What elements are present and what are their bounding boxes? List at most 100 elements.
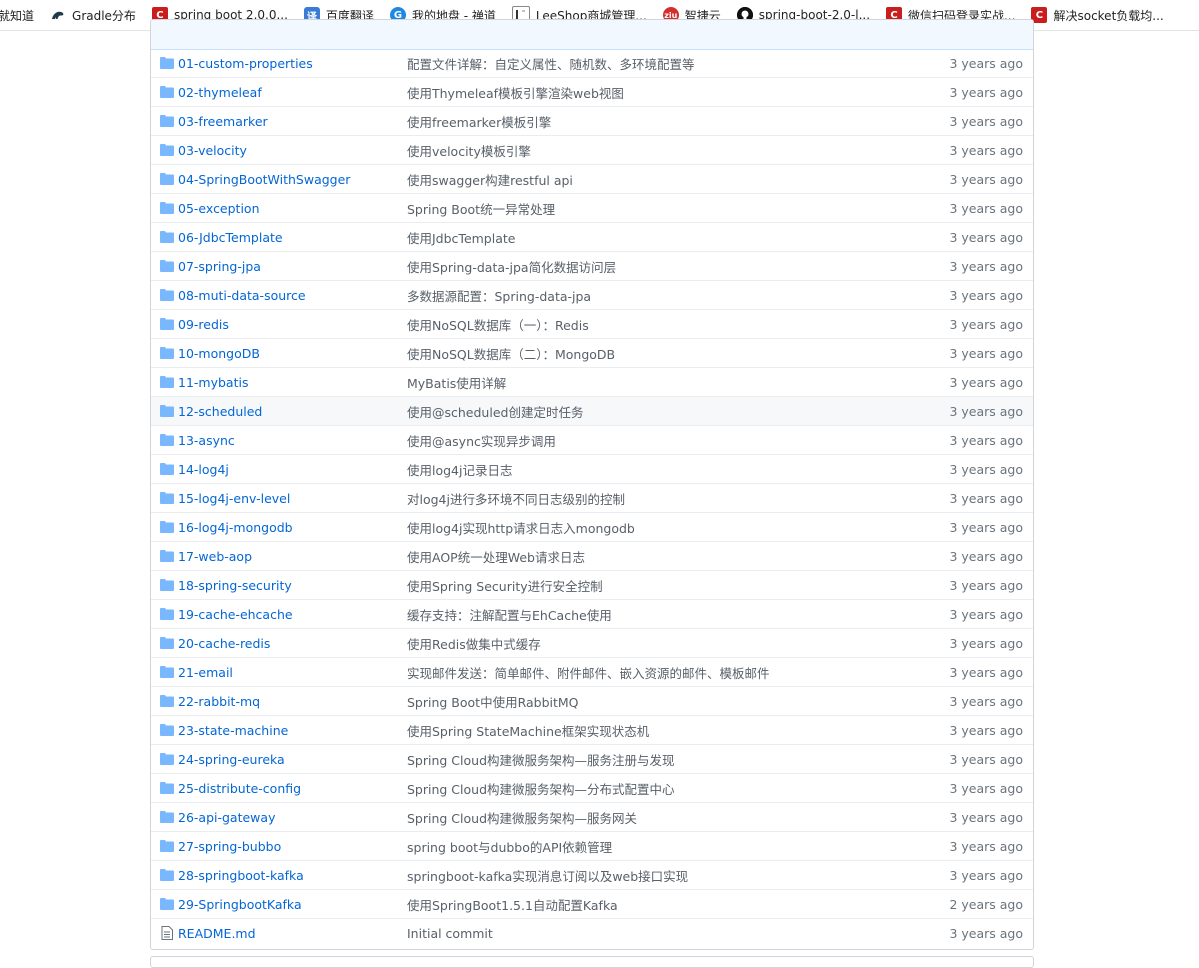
file-row: 06-JdbcTemplate 使用JdbcTemplate 3 years ago bbox=[151, 223, 1033, 252]
commit-message-link[interactable]: 使用log4j记录日志 bbox=[407, 460, 512, 479]
folder-icon bbox=[160, 724, 174, 736]
commit-message-link[interactable]: 缓存支持：注解配置与EhCache使用 bbox=[407, 605, 612, 624]
commit-message-link[interactable]: spring boot与dubbo的API依赖管理 bbox=[407, 837, 612, 856]
commit-message-link[interactable]: 使用Spring Security进行安全控制 bbox=[407, 576, 603, 595]
commit-message-link[interactable]: 使用Redis做集中式缓存 bbox=[407, 634, 541, 653]
folder-icon bbox=[160, 695, 174, 707]
file-name-link[interactable]: 12-scheduled bbox=[178, 404, 262, 419]
commit-message-link[interactable]: Spring Cloud构建微服务架构—服务注册与发现 bbox=[407, 750, 675, 769]
folder-icon bbox=[160, 463, 174, 475]
commit-message-link[interactable]: MyBatis使用详解 bbox=[407, 373, 506, 392]
folder-icon bbox=[160, 86, 174, 98]
file-row: 09-redis 使用NoSQL数据库（一）：Redis 3 years ago bbox=[151, 310, 1033, 339]
folder-icon bbox=[160, 289, 174, 301]
file-name-link[interactable]: 05-exception bbox=[178, 201, 260, 216]
file-row: 16-log4j-mongodb 使用log4j实现http请求日志入mongod… bbox=[151, 513, 1033, 542]
file-name-link[interactable]: 23-state-machine bbox=[178, 723, 288, 738]
file-row: 12-scheduled 使用@scheduled创建定时任务 3 years ag… bbox=[151, 397, 1033, 426]
file-name-link[interactable]: 17-web-aop bbox=[178, 549, 252, 564]
commit-age: 3 years ago bbox=[949, 461, 1023, 477]
commit-message-link[interactable]: 使用JdbcTemplate bbox=[407, 228, 515, 247]
commit-message-link[interactable]: 使用swagger构建restful api bbox=[407, 170, 573, 189]
file-name-link[interactable]: 07-spring-jpa bbox=[178, 259, 261, 274]
folder-icon bbox=[160, 840, 174, 852]
file-name-link[interactable]: 26-api-gateway bbox=[178, 810, 275, 825]
file-row: 02-thymeleaf 使用Thymeleaf模板引擎渲染web视图 3 year… bbox=[151, 78, 1033, 107]
commit-message-link[interactable]: 配置文件详解：自定义属性、随机数、多环境配置等 bbox=[407, 54, 695, 73]
file-name-link[interactable]: 20-cache-redis bbox=[178, 636, 270, 651]
file-list: 01-custom-properties 配置文件详解：自定义属性、随机数、多环境… bbox=[151, 49, 1033, 947]
commit-message-link[interactable]: Spring Cloud构建微服务架构—分布式配置中心 bbox=[407, 779, 675, 798]
file-name-link[interactable]: 18-spring-security bbox=[178, 578, 292, 593]
commit-message-link[interactable]: 使用Thymeleaf模板引擎渲染web视图 bbox=[407, 83, 624, 102]
file-row: README.md Initial commit 3 years ago bbox=[151, 919, 1033, 947]
bookmark-item[interactable]: 就知道 bbox=[0, 0, 34, 30]
commit-message-link[interactable]: 实现邮件发送：简单邮件、附件邮件、嵌入资源的邮件、模板邮件 bbox=[407, 663, 770, 682]
file-name-link[interactable]: README.md bbox=[178, 926, 256, 941]
file-name-link[interactable]: 02-thymeleaf bbox=[178, 85, 262, 100]
commit-message-link[interactable]: 使用AOP统一处理Web请求日志 bbox=[407, 547, 585, 566]
file-name-link[interactable]: 25-distribute-config bbox=[178, 781, 301, 796]
bookmark-label: Gradle分布 bbox=[72, 8, 136, 23]
commit-age: 3 years ago bbox=[949, 171, 1023, 187]
file-name-link[interactable]: 10-mongoDB bbox=[178, 346, 260, 361]
commit-message-link[interactable]: 使用log4j实现http请求日志入mongodb bbox=[407, 518, 635, 537]
commit-message-link[interactable]: 多数据源配置：Spring-data-jpa bbox=[407, 286, 591, 305]
commit-age: 3 years ago bbox=[949, 693, 1023, 709]
commit-message-link[interactable]: 使用@async实现异步调用 bbox=[407, 431, 556, 450]
commit-message-link[interactable]: springboot-kafka实现消息订阅以及web接口实现 bbox=[407, 866, 688, 885]
file-name-link[interactable]: 16-log4j-mongodb bbox=[178, 520, 293, 535]
bookmark-item[interactable]: C 解决socket负载均... bbox=[1031, 0, 1164, 30]
file-name-link[interactable]: 29-SpringbootKafka bbox=[178, 897, 302, 912]
file-row: 22-rabbit-mq Spring Boot中使用RabbitMQ 3 year… bbox=[151, 687, 1033, 716]
file-name-link[interactable]: 22-rabbit-mq bbox=[178, 694, 260, 709]
folder-icon bbox=[160, 405, 174, 417]
folder-icon bbox=[160, 231, 174, 243]
file-name-link[interactable]: 14-log4j bbox=[178, 462, 229, 477]
file-row: 23-state-machine 使用Spring StateMachine框架实… bbox=[151, 716, 1033, 745]
folder-icon bbox=[160, 898, 174, 910]
commit-message-link[interactable]: 使用Spring-data-jpa简化数据访问层 bbox=[407, 257, 616, 276]
commit-age: 3 years ago bbox=[949, 490, 1023, 506]
commit-message-link[interactable]: 使用NoSQL数据库（一）：Redis bbox=[407, 315, 589, 334]
file-row: 03-velocity 使用velocity模板引擎 3 years ago bbox=[151, 136, 1033, 165]
commit-message-link[interactable]: Spring Boot统一异常处理 bbox=[407, 199, 555, 218]
file-name-link[interactable]: 13-async bbox=[178, 433, 235, 448]
file-name-link[interactable]: 28-springboot-kafka bbox=[178, 868, 304, 883]
bookmark-item[interactable]: Gradle分布 bbox=[50, 0, 136, 30]
file-name-link[interactable]: 11-mybatis bbox=[178, 375, 248, 390]
commit-message-link[interactable]: 使用freemarker模板引擎 bbox=[407, 112, 551, 131]
commit-age: 3 years ago bbox=[949, 867, 1023, 883]
file-name-link[interactable]: 09-redis bbox=[178, 317, 229, 332]
file-name-link[interactable]: 15-log4j-env-level bbox=[178, 491, 290, 506]
folder-icon bbox=[160, 666, 174, 678]
commit-message-link[interactable]: 对log4j进行多环境不同日志级别的控制 bbox=[407, 489, 625, 508]
file-name-link[interactable]: 27-spring-bubbo bbox=[178, 839, 281, 854]
commit-age: 2 years ago bbox=[949, 896, 1023, 912]
file-row: 08-muti-data-source 多数据源配置：Spring-data-jp… bbox=[151, 281, 1033, 310]
file-name-link[interactable]: 06-JdbcTemplate bbox=[178, 230, 283, 245]
commit-age: 3 years ago bbox=[949, 258, 1023, 274]
commit-message-link[interactable]: 使用Spring StateMachine框架实现状态机 bbox=[407, 721, 649, 740]
commit-age: 3 years ago bbox=[949, 55, 1023, 71]
file-row: 05-exception Spring Boot统一异常处理 3 years ago bbox=[151, 194, 1033, 223]
commit-message-link[interactable]: 使用@scheduled创建定时任务 bbox=[407, 402, 583, 421]
commit-message-link[interactable]: Initial commit bbox=[407, 926, 493, 941]
commit-message-link[interactable]: 使用velocity模板引擎 bbox=[407, 141, 531, 160]
folder-icon bbox=[160, 869, 174, 881]
commit-message-link[interactable]: 使用NoSQL数据库（二）：MongoDB bbox=[407, 344, 615, 363]
file-name-link[interactable]: 04-SpringBootWithSwagger bbox=[178, 172, 350, 187]
commit-message-link[interactable]: Spring Cloud构建微服务架构—服务网关 bbox=[407, 808, 637, 827]
file-name-link[interactable]: 21-email bbox=[178, 665, 233, 680]
repo-file-browser: 01-custom-properties 配置文件详解：自定义属性、随机数、多环境… bbox=[150, 19, 1034, 950]
file-name-link[interactable]: 19-cache-ehcache bbox=[178, 607, 293, 622]
commit-age: 3 years ago bbox=[949, 751, 1023, 767]
file-name-link[interactable]: 01-custom-properties bbox=[178, 56, 313, 71]
file-row: 24-spring-eureka Spring Cloud构建微服务架构—服务注册… bbox=[151, 745, 1033, 774]
commit-message-link[interactable]: 使用SpringBoot1.5.1自动配置Kafka bbox=[407, 895, 618, 914]
file-name-link[interactable]: 03-freemarker bbox=[178, 114, 268, 129]
file-name-link[interactable]: 08-muti-data-source bbox=[178, 288, 306, 303]
file-name-link[interactable]: 24-spring-eureka bbox=[178, 752, 285, 767]
file-name-link[interactable]: 03-velocity bbox=[178, 143, 247, 158]
commit-message-link[interactable]: Spring Boot中使用RabbitMQ bbox=[407, 692, 579, 711]
